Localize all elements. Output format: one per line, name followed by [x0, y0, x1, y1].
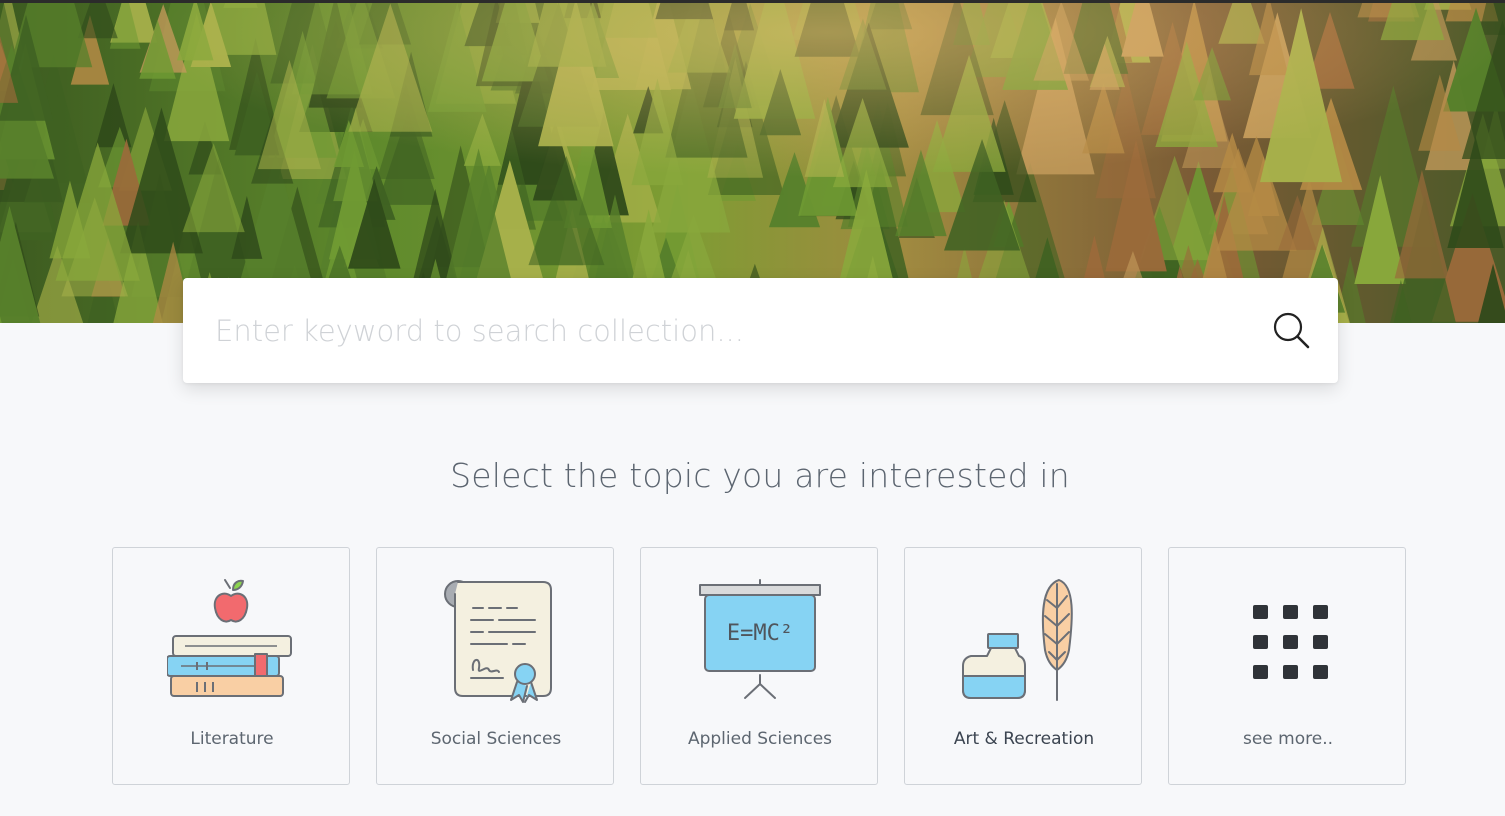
search-icon [1273, 312, 1310, 349]
topic-card-see-more[interactable]: see more.. [1168, 547, 1406, 785]
search-input[interactable] [215, 306, 1245, 356]
hero-forest-banner [0, 0, 1505, 323]
search-bar [183, 278, 1338, 383]
topic-label: Literature [190, 729, 274, 749]
certificate-scroll-icon [444, 580, 552, 703]
topic-card-literature[interactable]: Literature [112, 547, 350, 785]
top-border [0, 0, 1505, 3]
topic-label: Applied Sciences [687, 729, 833, 749]
blackboard-emc2-icon: E=MC² [699, 579, 821, 699]
topic-label: see more.. [1242, 729, 1334, 749]
topic-label: Social Sciences [430, 729, 562, 749]
topic-card-applied-sciences[interactable]: E=MC² Applied Sciences [640, 547, 878, 785]
topic-card-art-recreation[interactable]: Art & Recreation [904, 547, 1142, 785]
section-title: Select the topic you are interested in [450, 456, 1070, 495]
grid-icon [1253, 605, 1328, 679]
topic-card-social-sciences[interactable]: Social Sciences [376, 547, 614, 785]
search-button[interactable] [1271, 310, 1313, 352]
books-apple-icon [167, 579, 292, 697]
topic-label: Art & Recreation [953, 729, 1095, 749]
ink-quill-icon [962, 579, 1073, 701]
blackboard-text: E=MC² [727, 621, 793, 646]
forest-image [0, 0, 1505, 323]
